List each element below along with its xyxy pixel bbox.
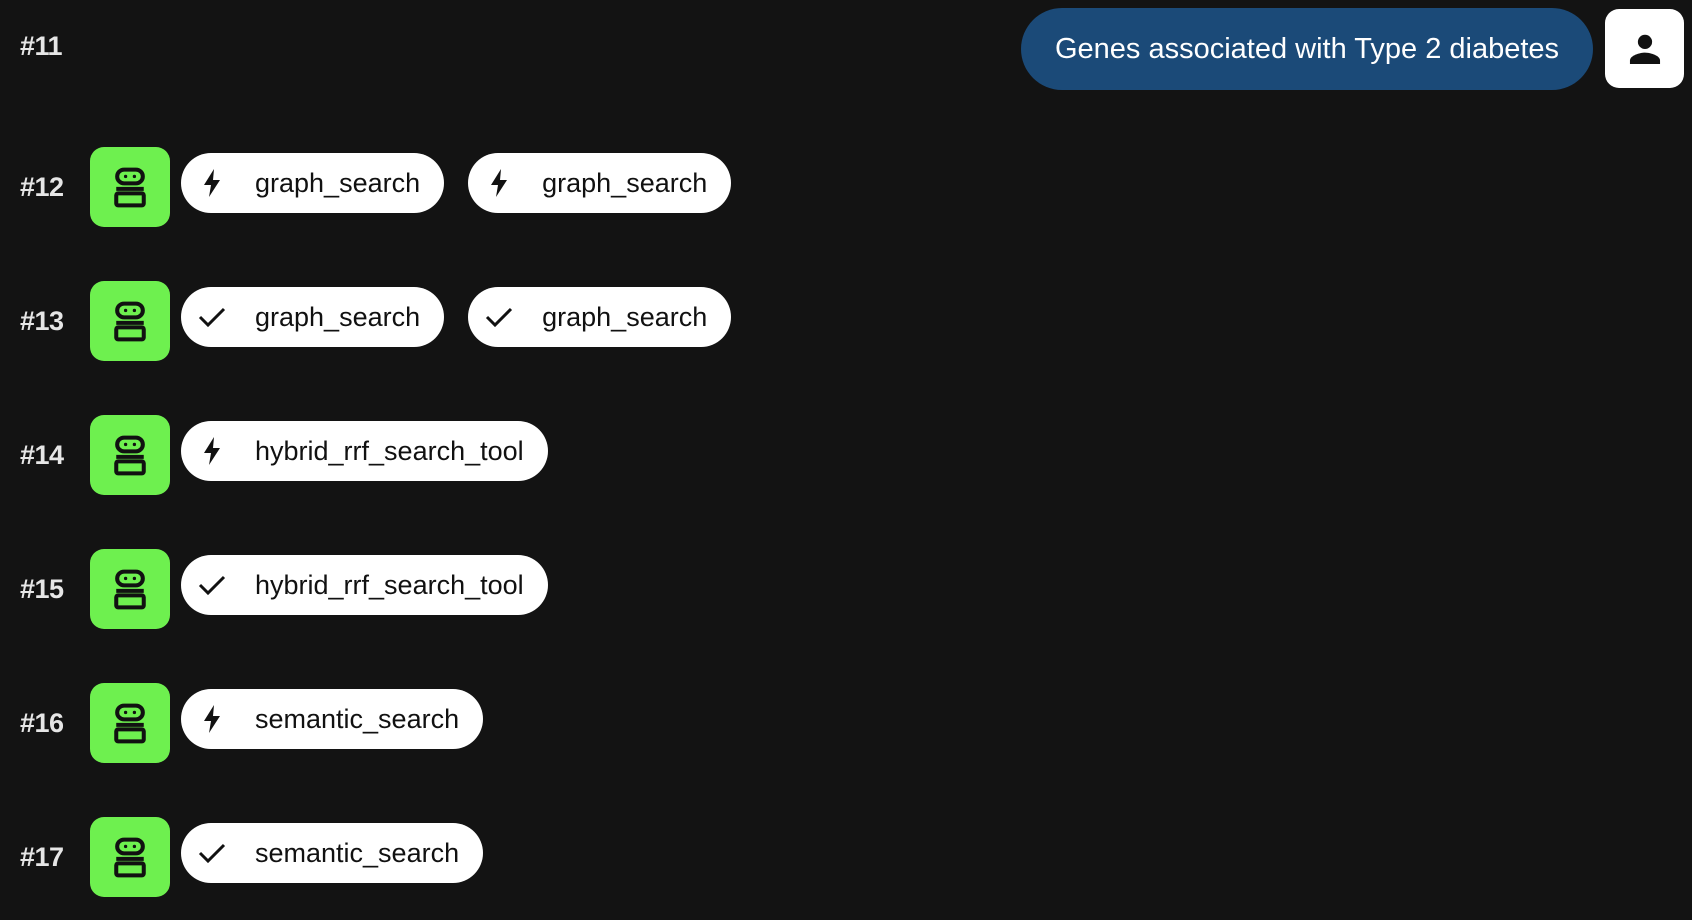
bolt-icon xyxy=(484,168,514,198)
tool-chip-list: hybrid_rrf_search_tool xyxy=(181,555,548,615)
robot-icon xyxy=(114,301,146,342)
user-message-text: Genes associated with Type 2 diabetes xyxy=(1054,32,1560,65)
message-number: #17 xyxy=(20,842,64,872)
chip-label: semantic_search xyxy=(255,837,460,868)
bot-turn-row: #16 semantic_search xyxy=(0,676,1692,766)
bot-avatar xyxy=(90,415,170,495)
bot-turn-row: #13 graph_search graph_search xyxy=(0,274,1692,364)
robot-icon xyxy=(114,435,146,476)
chip-label: semantic_search xyxy=(255,703,460,734)
person-icon xyxy=(1629,34,1660,64)
check-icon xyxy=(197,302,227,332)
bot-avatar xyxy=(90,147,170,227)
chip-label: hybrid_rrf_search_tool xyxy=(255,435,524,466)
user-message-bubble: Genes associated with Type 2 diabetes xyxy=(1021,8,1593,90)
robot-icon xyxy=(114,703,146,744)
message-number: #12 xyxy=(20,172,64,202)
robot-icon xyxy=(114,167,146,208)
message-number: #13 xyxy=(20,306,64,336)
bot-turn-row: #17 semantic_search xyxy=(0,810,1692,900)
tool-result-chip[interactable]: semantic_search xyxy=(181,823,484,883)
bot-turn-row: #12 graph_search graph_search xyxy=(0,140,1692,230)
bot-avatar xyxy=(90,281,170,361)
check-icon xyxy=(197,570,227,600)
bot-turn-row: #14 hybrid_rrf_search_tool xyxy=(0,408,1692,498)
bolt-icon xyxy=(197,436,227,466)
chip-label: graph_search xyxy=(255,167,421,198)
bolt-icon xyxy=(197,704,227,734)
chip-label: graph_search xyxy=(255,301,421,332)
user-avatar xyxy=(1605,9,1684,88)
chip-label: graph_search xyxy=(542,167,708,198)
tool-result-chip[interactable]: hybrid_rrf_search_tool xyxy=(181,555,548,615)
message-number: #16 xyxy=(20,708,64,738)
tool-chip-list: graph_search graph_search xyxy=(181,153,732,213)
robot-icon xyxy=(114,837,146,878)
bot-avatar xyxy=(90,683,170,763)
tool-chip-list: semantic_search xyxy=(181,689,484,749)
tool-call-chip[interactable]: graph_search xyxy=(181,153,445,213)
check-icon xyxy=(484,302,514,332)
tool-chip-list: graph_search graph_search xyxy=(181,287,732,347)
chip-label: hybrid_rrf_search_tool xyxy=(255,569,524,600)
tool-result-chip[interactable]: graph_search xyxy=(468,287,732,347)
user-message-row: #11 Genes associated with Type 2 diabete… xyxy=(0,0,1692,100)
message-number: #11 xyxy=(20,31,63,61)
tool-result-chip[interactable]: graph_search xyxy=(181,287,445,347)
chip-label: graph_search xyxy=(542,301,708,332)
bot-avatar xyxy=(90,549,170,629)
tool-chip-list: semantic_search xyxy=(181,823,484,883)
robot-icon xyxy=(114,569,146,610)
tool-chip-list: hybrid_rrf_search_tool xyxy=(181,421,548,481)
tool-call-chip[interactable]: graph_search xyxy=(468,153,732,213)
bot-avatar xyxy=(90,817,170,897)
bolt-icon xyxy=(197,168,227,198)
message-number: #14 xyxy=(20,440,64,470)
tool-call-chip[interactable]: hybrid_rrf_search_tool xyxy=(181,421,548,481)
tool-call-chip[interactable]: semantic_search xyxy=(181,689,484,749)
bot-turn-row: #15 hybrid_rrf_search_tool xyxy=(0,542,1692,632)
check-icon xyxy=(197,838,227,868)
message-number: #15 xyxy=(20,574,64,604)
